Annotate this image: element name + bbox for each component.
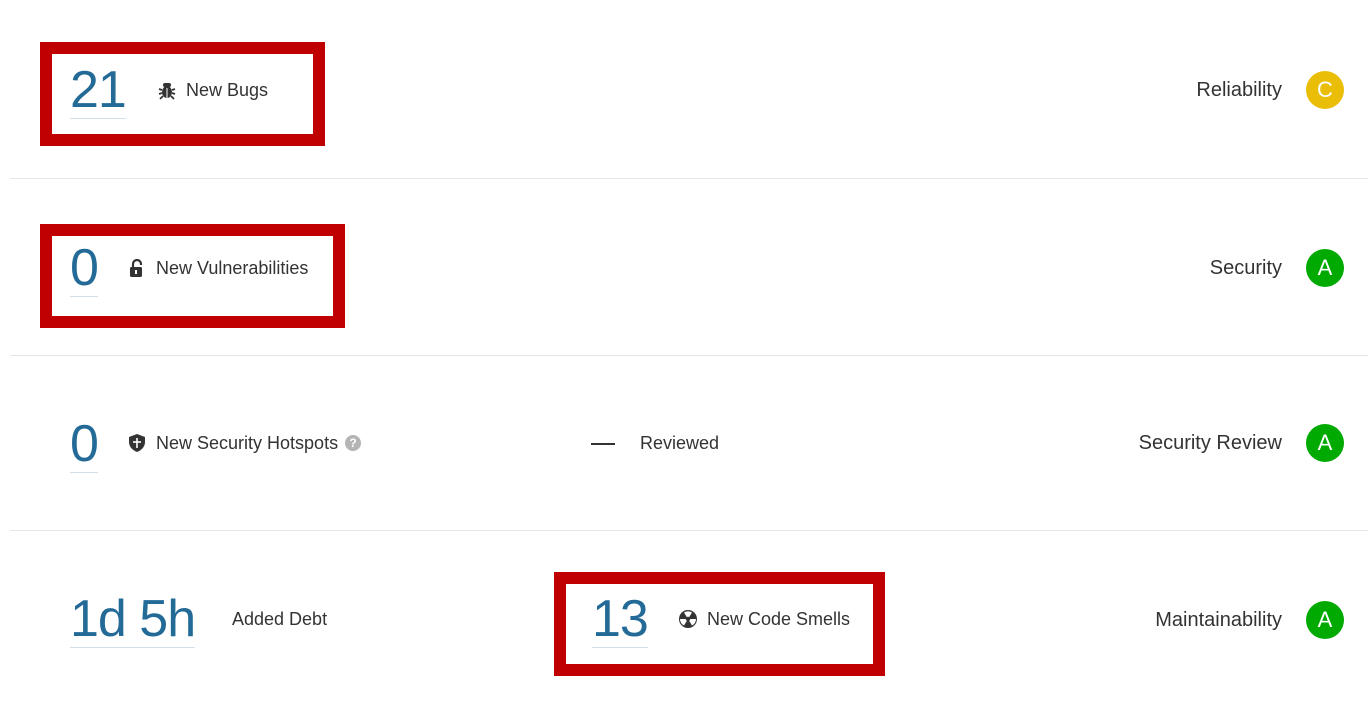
new-code-smells-value[interactable]: 13: [592, 593, 649, 648]
new-security-hotspots-text[interactable]: New Security Hotspots: [156, 432, 338, 454]
new-vulnerabilities-label: New Vulnerabilities: [127, 257, 308, 279]
reliability-label: Reliability: [1196, 79, 1282, 101]
new-bugs-text[interactable]: New Bugs: [186, 79, 268, 101]
new-vulnerabilities-value[interactable]: 0: [70, 242, 99, 297]
reliability-rating-badge[interactable]: C: [1306, 71, 1344, 109]
new-bugs-label: New Bugs: [157, 79, 268, 101]
new-vulnerabilities-text[interactable]: New Vulnerabilities: [156, 257, 308, 279]
security-row: 0 New Vulnerabilities Security A: [0, 179, 1368, 355]
security-review-label: Security Review: [1138, 432, 1282, 454]
new-code-smells-label: New Code Smells: [678, 608, 850, 630]
shield-icon: [127, 433, 147, 453]
help-icon[interactable]: ?: [345, 435, 362, 451]
unlocked-padlock-icon: [127, 258, 147, 278]
added-debt-value[interactable]: 1d 5h: [70, 593, 196, 648]
security-review-rating-badge[interactable]: A: [1306, 424, 1344, 462]
security-rating-badge[interactable]: A: [1306, 249, 1344, 287]
new-security-hotspots-label: New Security Hotspots ?: [127, 432, 362, 454]
new-security-hotspots-value[interactable]: 0: [70, 418, 99, 473]
code-smell-icon: [678, 609, 698, 629]
new-bugs-value[interactable]: 21: [70, 64, 127, 119]
security-review-row: 0 New Security Hotspots ? Reviewed Secur…: [0, 356, 1368, 530]
reliability-row: 21 New Bugs Reliability C: [0, 0, 1368, 178]
security-label: Security: [1209, 257, 1282, 279]
reviewed-label: Reviewed: [640, 433, 720, 453]
maintainability-row: 1d 5h Added Debt 13 New Code Smells Main…: [0, 531, 1368, 703]
maintainability-label: Maintainability: [1155, 609, 1282, 631]
maintainability-rating-badge[interactable]: A: [1306, 601, 1344, 639]
new-code-smells-text[interactable]: New Code Smells: [707, 608, 850, 630]
added-debt-label[interactable]: Added Debt: [232, 608, 327, 630]
bug-icon: [157, 80, 177, 100]
reviewed-value-dash: [591, 443, 615, 445]
